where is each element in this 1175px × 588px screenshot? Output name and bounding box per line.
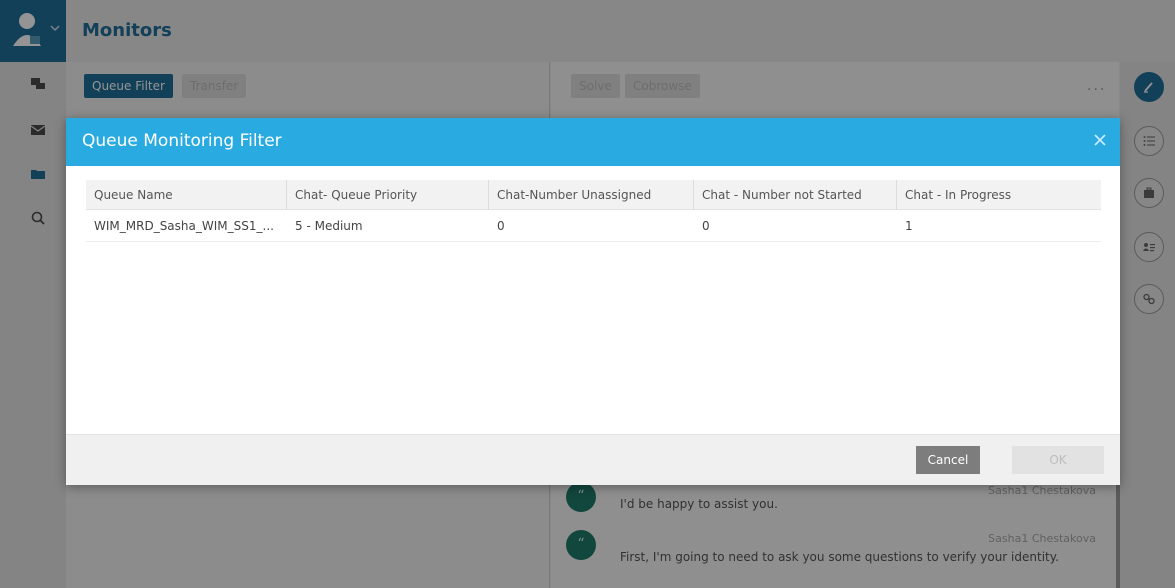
dialog-footer: Cancel OK [66, 434, 1120, 485]
cancel-button[interactable]: Cancel [916, 446, 980, 474]
cell-queue-priority: 5 - Medium [295, 219, 363, 233]
cell-number-unassigned: 0 [497, 219, 505, 233]
column-queue-priority[interactable]: Chat- Queue Priority [287, 180, 489, 210]
dialog-header: Queue Monitoring Filter [66, 118, 1120, 166]
column-in-progress[interactable]: Chat - In Progress [897, 180, 1101, 210]
cell-queue-name: WIM_MRD_Sasha_WIM_SS1_... [94, 219, 274, 233]
cell-in-progress: 1 [905, 219, 913, 233]
column-number-unassigned[interactable]: Chat-Number Unassigned [489, 180, 694, 210]
queue-monitoring-filter-dialog: Queue Monitoring Filter Queue Name Chat-… [66, 118, 1120, 485]
column-number-not-started[interactable]: Chat - Number not Started [694, 180, 897, 210]
table-row[interactable]: WIM_MRD_Sasha_WIM_SS1_... 5 - Medium 0 0… [86, 210, 1101, 242]
table-header: Queue Name Chat- Queue Priority Chat-Num… [86, 180, 1101, 210]
dialog-title: Queue Monitoring Filter [82, 131, 282, 151]
column-queue-name[interactable]: Queue Name [86, 180, 287, 210]
close-icon[interactable] [1090, 130, 1110, 150]
ok-button[interactable]: OK [1012, 446, 1104, 474]
cell-number-not-started: 0 [702, 219, 710, 233]
